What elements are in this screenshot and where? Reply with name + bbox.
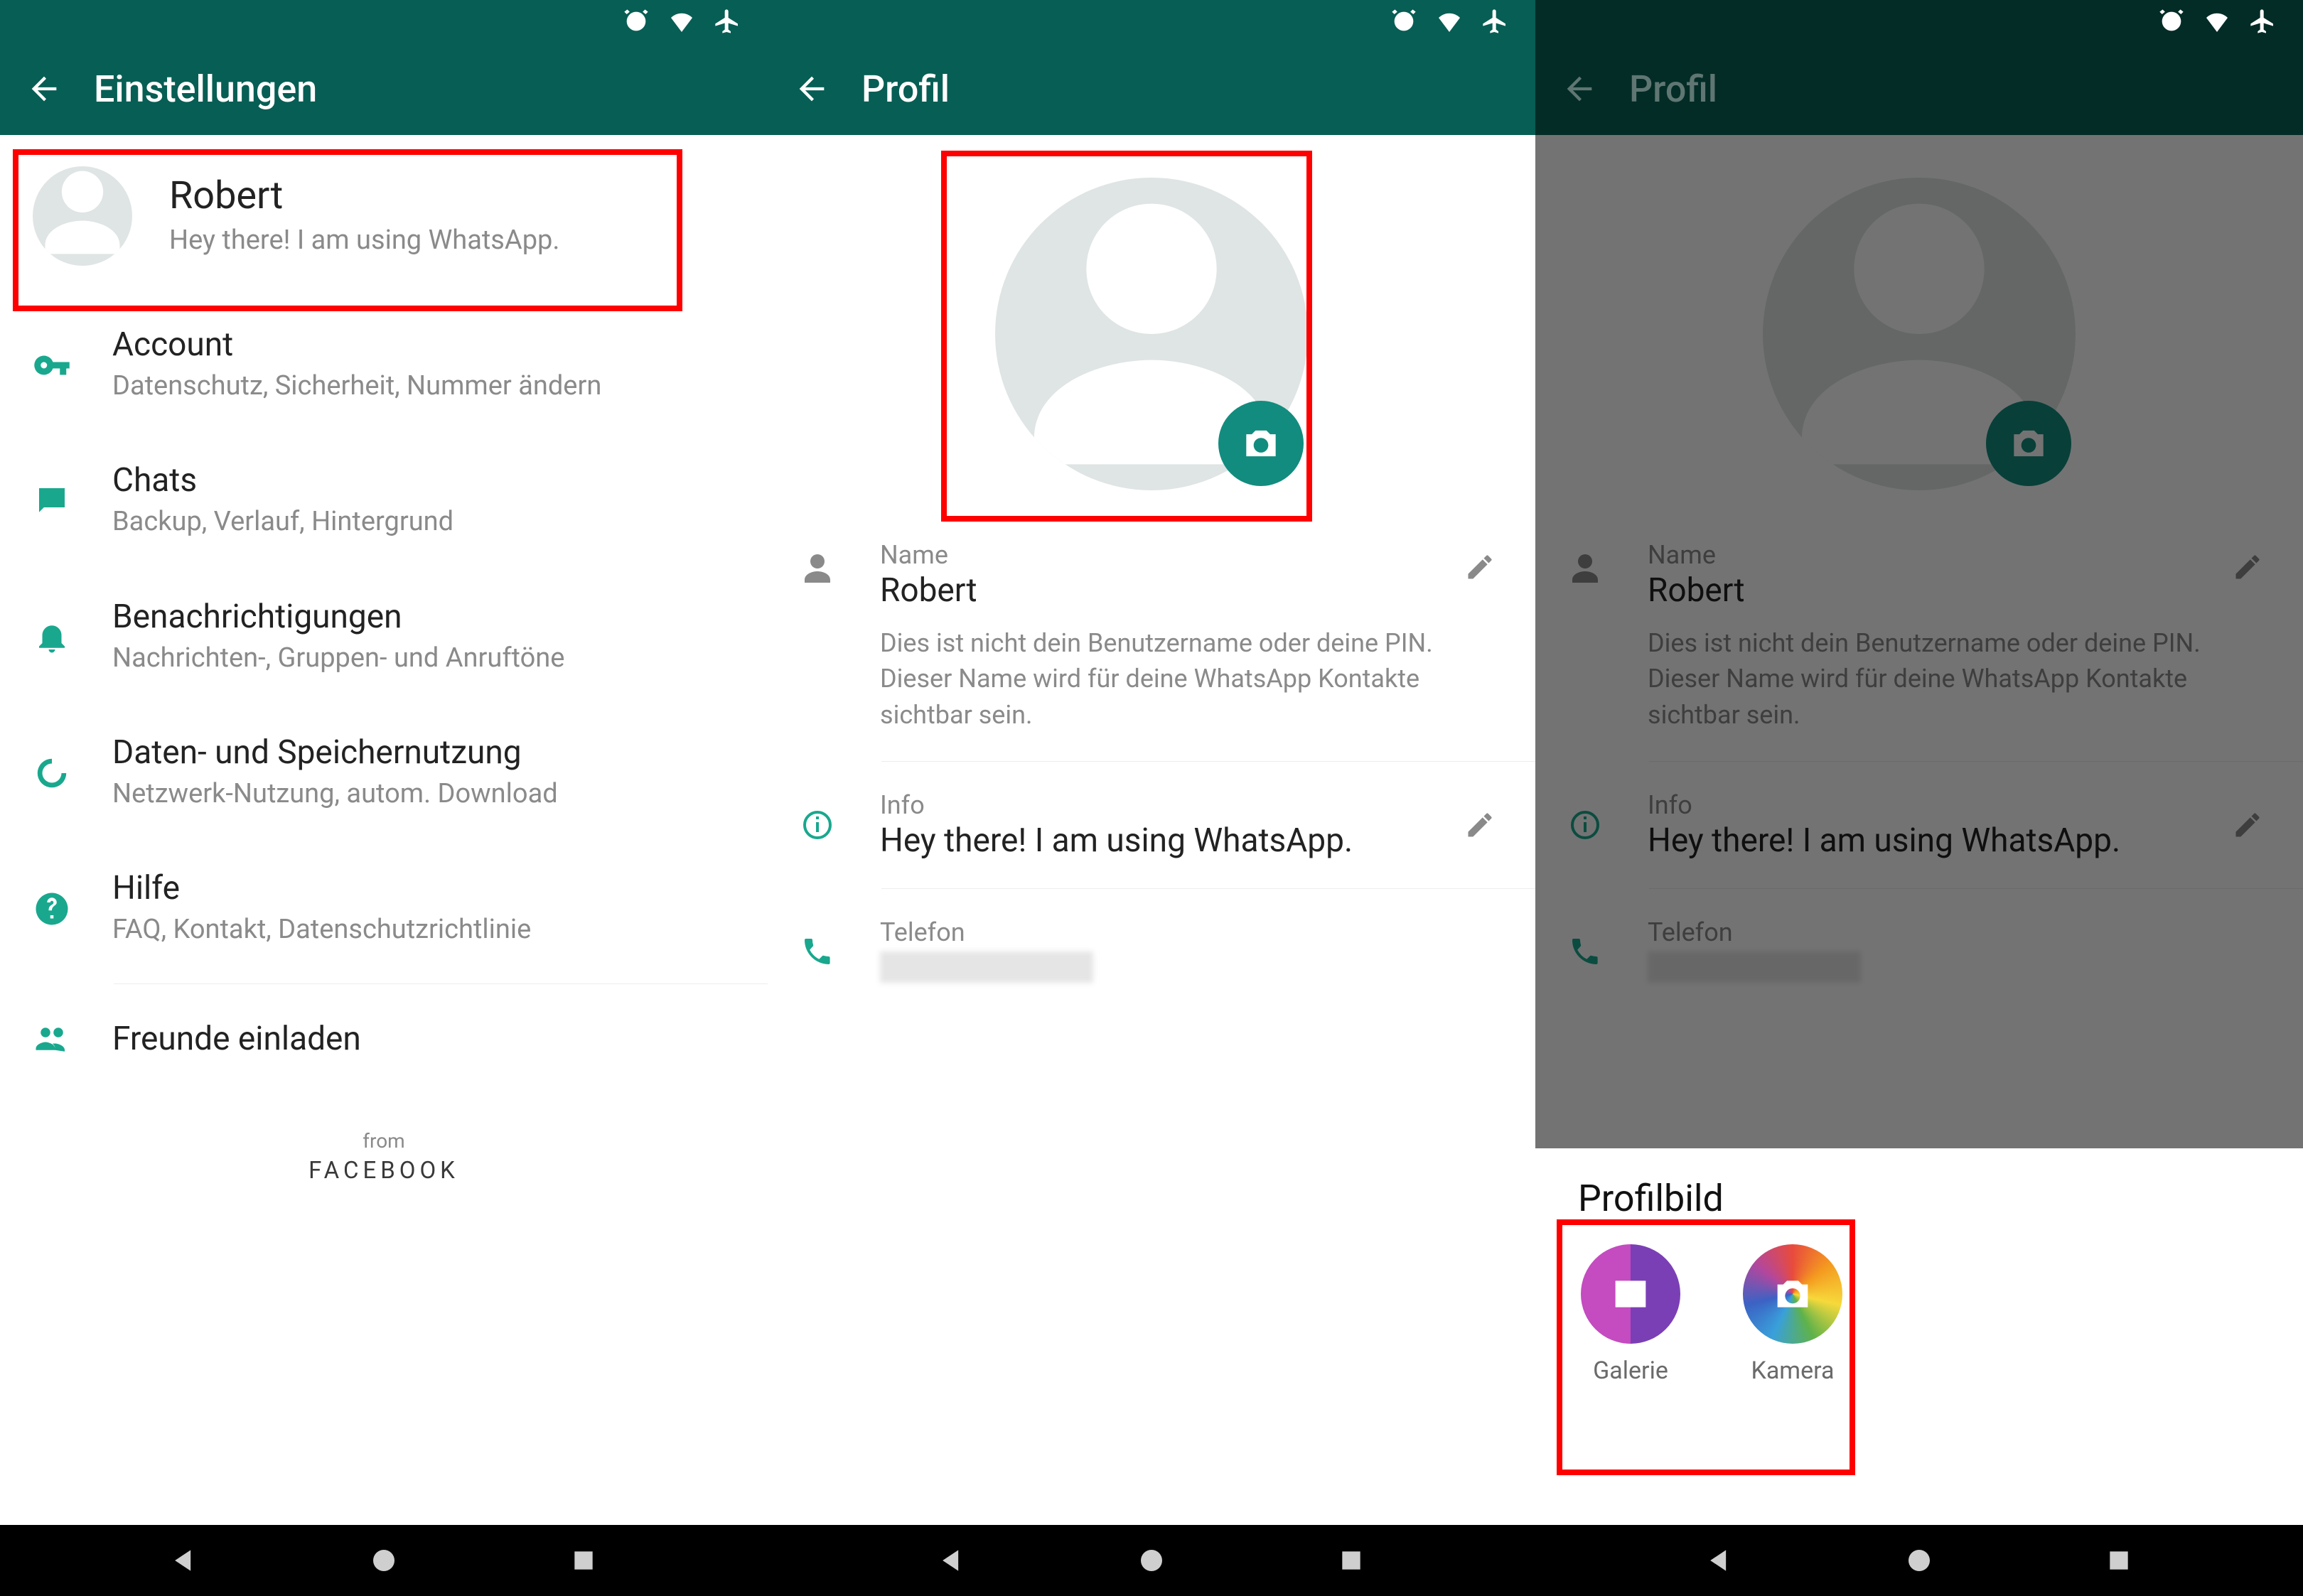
wifi-icon xyxy=(667,6,697,36)
divider xyxy=(881,761,1535,762)
nav-bar xyxy=(768,1525,1535,1596)
status-bar xyxy=(768,0,1535,43)
info-icon xyxy=(800,808,834,842)
info-label: Info xyxy=(880,790,1451,820)
pencil-icon[interactable] xyxy=(1464,551,1496,583)
footer-brand: from FACEBOOK xyxy=(0,1129,768,1185)
bottom-sheet: Profilbild Galerie Kamera xyxy=(1535,1148,2303,1525)
nav-bar xyxy=(1535,1525,2303,1596)
page-title: Profil xyxy=(1629,68,1717,111)
camera-icon xyxy=(1770,1271,1815,1317)
nav-back-icon[interactable] xyxy=(936,1545,967,1576)
profile-name: Robert xyxy=(169,173,741,218)
option-label: Galerie xyxy=(1593,1357,1668,1385)
nav-home-icon[interactable] xyxy=(1904,1545,1935,1576)
alarm-icon xyxy=(621,6,651,36)
avatar xyxy=(33,166,132,266)
item-sub: Datenschutz, Sicherheit, Nummer ändern xyxy=(112,368,741,404)
app-bar: Profil xyxy=(1535,43,2303,135)
back-icon[interactable] xyxy=(793,70,830,107)
option-label: Kamera xyxy=(1751,1357,1834,1385)
name-row[interactable]: Name Robert Dies ist nicht dein Benutzer… xyxy=(768,519,1535,754)
settings-notifications[interactable]: Benachrichtigungen Nachrichten-, Gruppen… xyxy=(0,569,768,705)
name-value: Robert xyxy=(880,571,1451,610)
app-bar: Profil xyxy=(768,43,1535,135)
chat-icon xyxy=(33,482,71,520)
phone-icon xyxy=(800,934,834,969)
person-icon xyxy=(800,551,834,586)
option-camera[interactable]: Kamera xyxy=(1743,1244,1842,1385)
item-sub: Nachrichten-, Gruppen- und Anruftöne xyxy=(112,640,741,676)
wifi-icon xyxy=(2202,6,2232,36)
settings-help[interactable]: Hilfe FAQ, Kontakt, Datenschutzrichtlini… xyxy=(0,841,768,976)
item-sub: Netzwerk-Nutzung, autom. Download xyxy=(112,776,741,812)
nav-recent-icon[interactable] xyxy=(568,1545,599,1576)
wifi-icon xyxy=(1434,6,1464,36)
gallery-icon xyxy=(1608,1271,1653,1317)
change-photo-button[interactable] xyxy=(1218,401,1304,486)
nav-back-icon[interactable] xyxy=(1704,1545,1735,1576)
people-icon xyxy=(33,1020,71,1058)
settings-account[interactable]: Account Datenschutz, Sicherheit, Nummer … xyxy=(0,297,768,433)
settings-invite-friends[interactable]: Freunde einladen xyxy=(0,991,768,1087)
status-bar xyxy=(1535,0,2303,43)
item-sub: FAQ, Kontakt, Datenschutzrichtlinie xyxy=(112,912,741,948)
item-title: Benachrichtigungen xyxy=(112,598,741,636)
phone-value-redacted xyxy=(880,951,1093,983)
divider xyxy=(114,983,768,984)
profile-status: Hey there! I am using WhatsApp. xyxy=(169,222,741,259)
nav-home-icon[interactable] xyxy=(1136,1545,1167,1576)
info-value: Hey there! I am using WhatsApp. xyxy=(880,821,1451,860)
nav-recent-icon[interactable] xyxy=(1336,1545,1367,1576)
app-bar: Einstellungen xyxy=(0,43,768,135)
item-title: Chats xyxy=(112,461,741,500)
info-row[interactable]: Info Hey there! I am using WhatsApp. xyxy=(768,769,1535,881)
key-icon xyxy=(33,346,71,384)
nav-bar xyxy=(0,1525,768,1596)
status-bar xyxy=(0,0,768,43)
screen-settings: Einstellungen Robert Hey there! I am usi… xyxy=(0,0,768,1596)
divider xyxy=(881,888,1535,889)
item-title: Daten- und Speichernutzung xyxy=(112,733,741,772)
phone-label: Telefon xyxy=(880,917,1508,947)
airplane-icon xyxy=(2248,6,2277,36)
pencil-icon[interactable] xyxy=(1464,809,1496,841)
nav-home-icon[interactable] xyxy=(368,1545,399,1576)
item-title: Hilfe xyxy=(112,869,741,907)
item-sub: Backup, Verlauf, Hintergrund xyxy=(112,504,741,540)
settings-chats[interactable]: Chats Backup, Verlauf, Hintergrund xyxy=(0,433,768,568)
nav-back-icon[interactable] xyxy=(168,1545,200,1576)
item-title: Freunde einladen xyxy=(112,1020,741,1058)
alarm-icon xyxy=(1389,6,1419,36)
data-icon xyxy=(33,754,71,792)
option-gallery[interactable]: Galerie xyxy=(1581,1244,1680,1385)
bell-icon xyxy=(33,618,71,656)
camera-icon xyxy=(1239,421,1283,465)
item-title: Account xyxy=(112,325,741,364)
name-label: Name xyxy=(880,540,1451,570)
alarm-icon xyxy=(2157,6,2186,36)
back-icon xyxy=(1561,70,1598,107)
airplane-icon xyxy=(712,6,742,36)
page-title: Einstellungen xyxy=(94,68,317,111)
profile-row[interactable]: Robert Hey there! I am using WhatsApp. xyxy=(0,135,768,297)
nav-recent-icon[interactable] xyxy=(2103,1545,2135,1576)
page-title: Profil xyxy=(861,68,950,111)
help-icon xyxy=(33,890,71,928)
sheet-title: Profilbild xyxy=(1578,1177,2260,1220)
back-icon[interactable] xyxy=(26,70,63,107)
avatar-section xyxy=(768,135,1535,519)
airplane-icon xyxy=(1480,6,1510,36)
settings-data-usage[interactable]: Daten- und Speichernutzung Netzwerk-Nutz… xyxy=(0,705,768,841)
screen-profile: Profil Name Robert Dies ist nicht dein B… xyxy=(768,0,1535,1596)
name-desc: Dies ist nicht dein Benutzername oder de… xyxy=(880,625,1451,733)
phone-row: Telefon xyxy=(768,896,1535,1007)
screen-profile-sheet: Profil Name Robert Dies ist nicht dein B… xyxy=(1535,0,2303,1596)
